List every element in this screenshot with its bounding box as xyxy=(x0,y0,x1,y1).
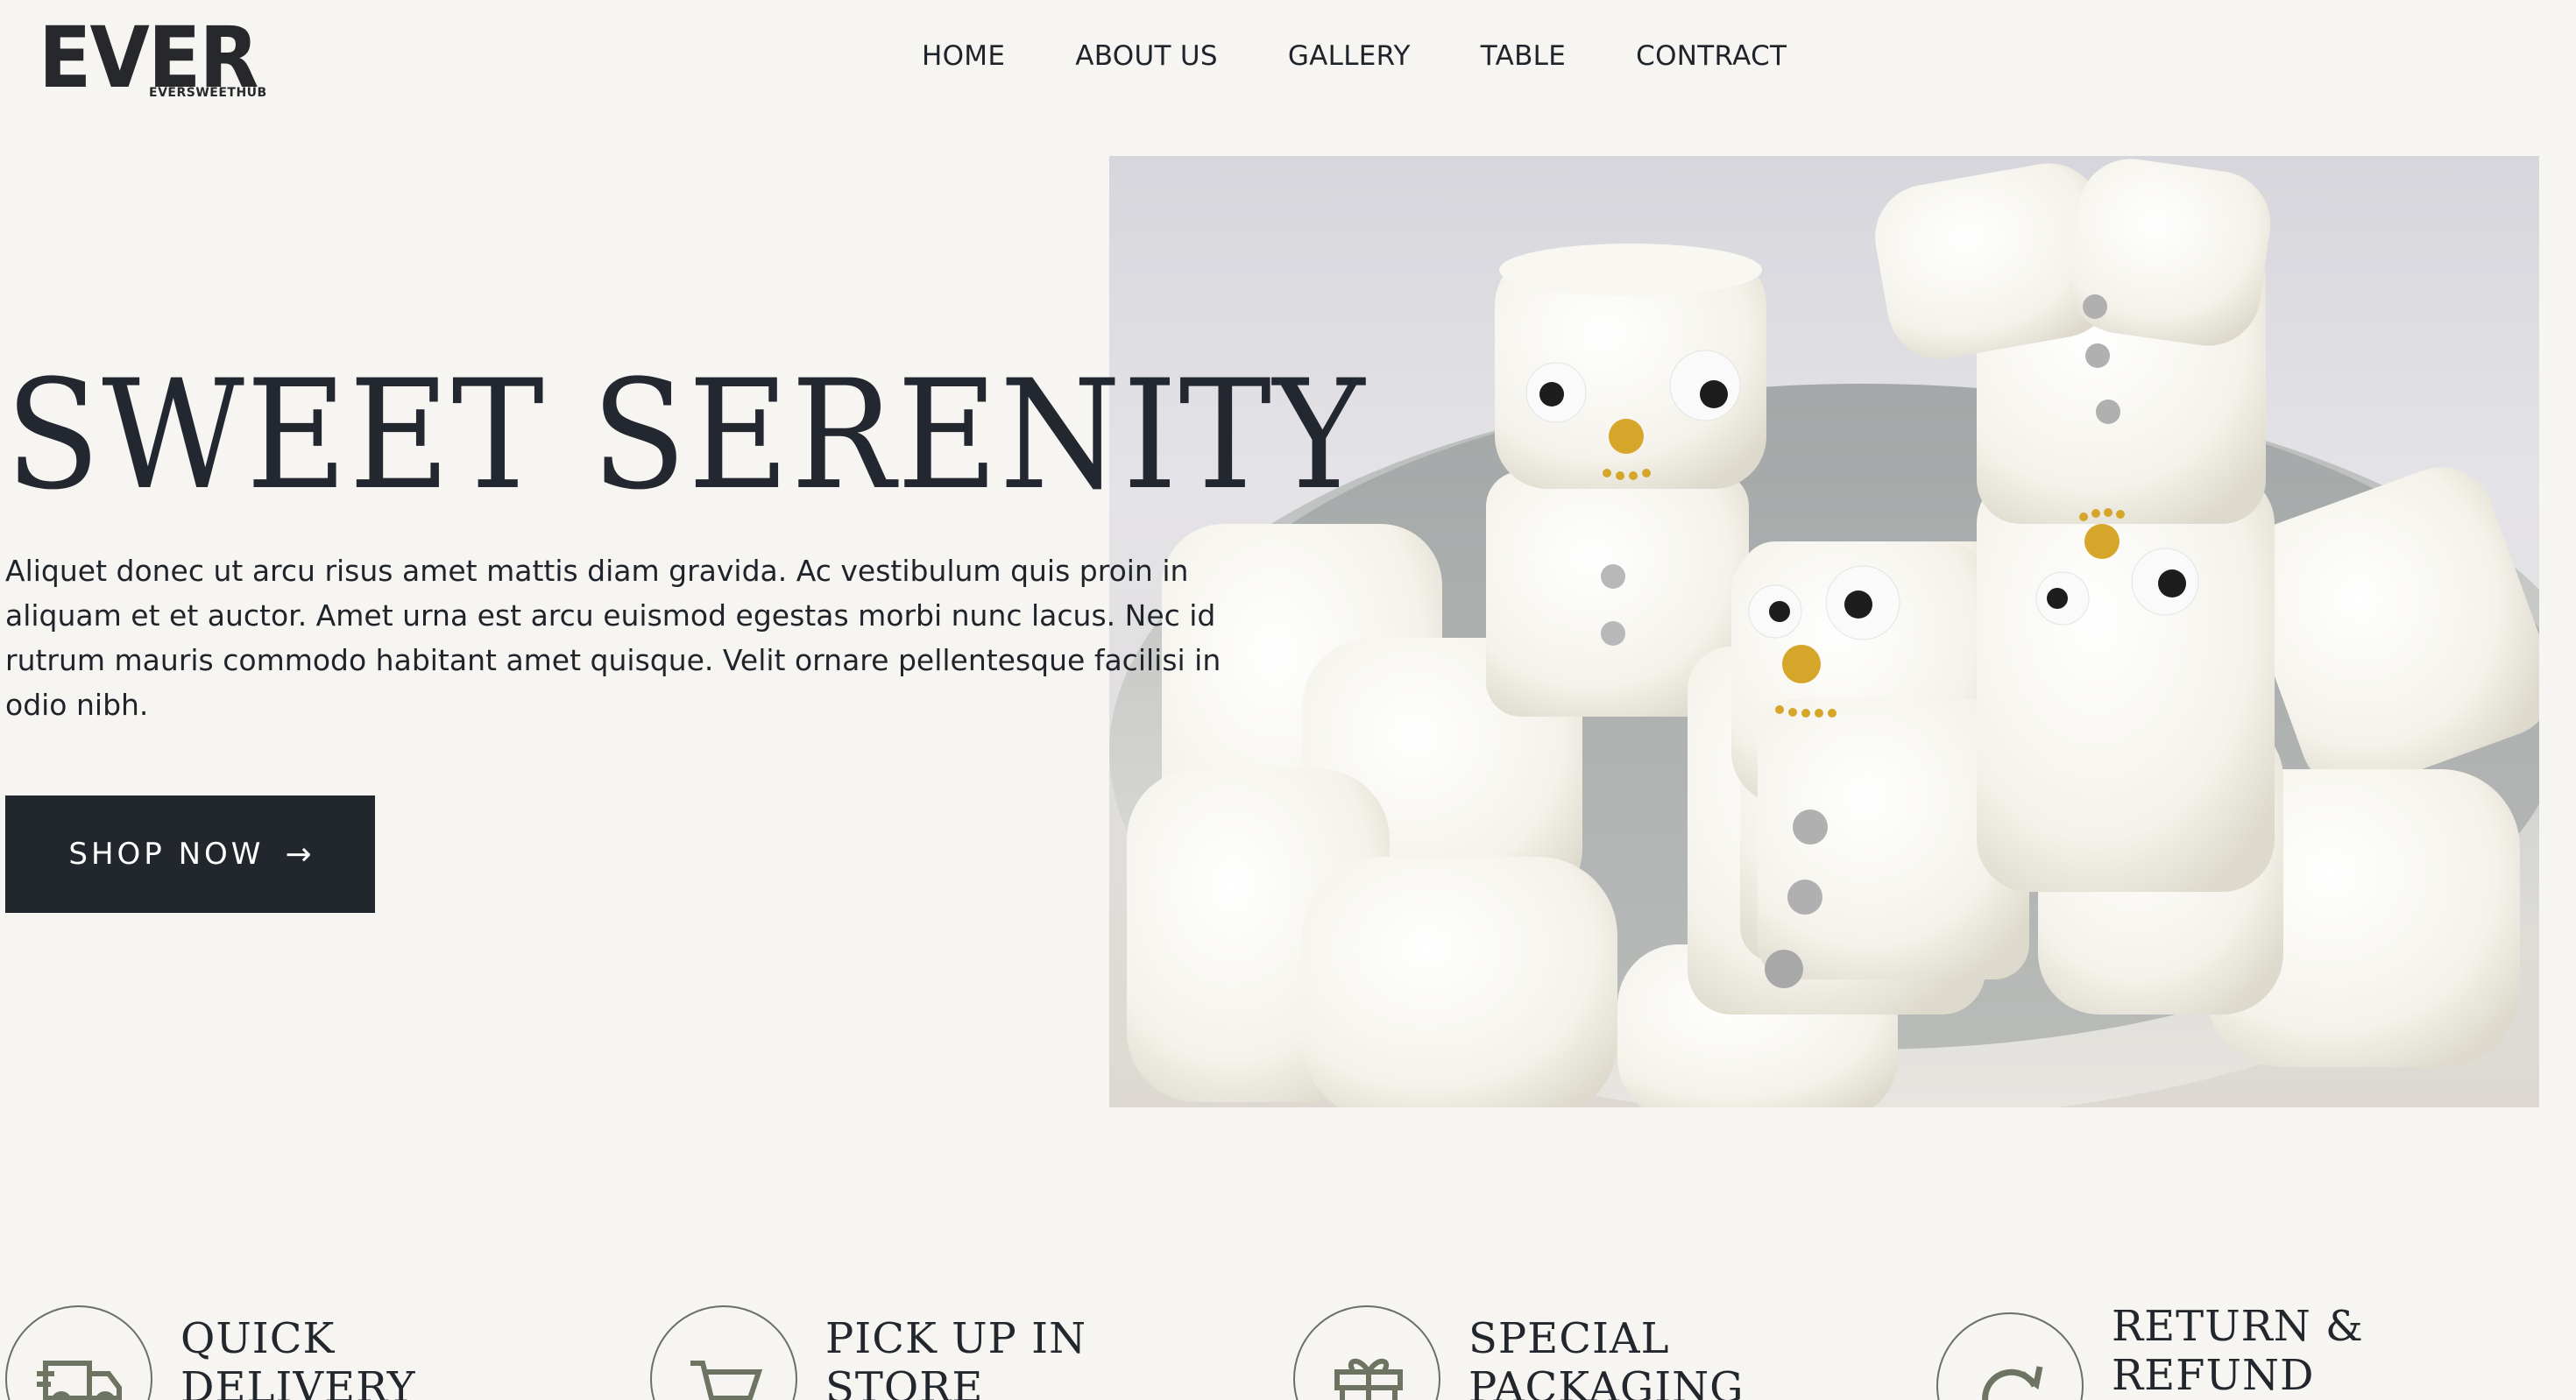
nav-gallery[interactable]: GALLERY xyxy=(1288,40,1411,72)
feature-icon-circle xyxy=(1293,1305,1440,1400)
brand-logo[interactable]: EVER EVERSWEETHUB xyxy=(39,16,266,103)
feature-pick-up-in-store: PICK UP IN STORE xyxy=(650,1304,1263,1400)
marshmallow-illustration xyxy=(1109,159,2539,1107)
feature-return-refund: RETURN & REFUND xyxy=(1936,1302,2550,1400)
nav-about-us[interactable]: ABOUT US xyxy=(1075,40,1218,72)
hero-description: Aliquet donec ut arcu risus amet mattis … xyxy=(5,554,1221,722)
feature-icon-circle xyxy=(5,1305,152,1400)
logo-subtext: EVERSWEETHUB xyxy=(149,86,267,100)
feature-special-packaging: SPECIAL PACKAGING xyxy=(1293,1304,1907,1400)
feature-icon-circle xyxy=(650,1305,797,1400)
feature-title: PICK UP IN STORE xyxy=(825,1314,1087,1400)
nav-home[interactable]: HOME xyxy=(922,40,1005,72)
hero-title: SWEET SERENITY xyxy=(5,347,1367,523)
arrow-right-icon: → xyxy=(285,836,312,873)
nav-contract[interactable]: CONTRACT xyxy=(1636,40,1787,72)
feature-quick-delivery: QUICK DELIVERY xyxy=(5,1304,619,1400)
feature-title: QUICK DELIVERY xyxy=(180,1314,416,1400)
hero-image xyxy=(1109,156,2539,1107)
feature-title: SPECIAL PACKAGING xyxy=(1468,1314,1744,1400)
shop-now-button[interactable]: SHOP NOW → xyxy=(5,795,375,913)
nav-table[interactable]: TABLE xyxy=(1481,40,1566,72)
gift-icon xyxy=(1334,1358,1403,1400)
main-nav: HOME ABOUT US GALLERY TABLE CONTRACT xyxy=(922,40,1787,72)
feature-icon-circle xyxy=(1936,1312,2084,1400)
refresh-icon xyxy=(1982,1366,2043,1400)
truck-icon xyxy=(37,1361,122,1400)
cart-icon xyxy=(690,1361,763,1400)
feature-title: RETURN & REFUND xyxy=(2112,1302,2364,1400)
shop-now-label: SHOP NOW xyxy=(68,837,265,872)
